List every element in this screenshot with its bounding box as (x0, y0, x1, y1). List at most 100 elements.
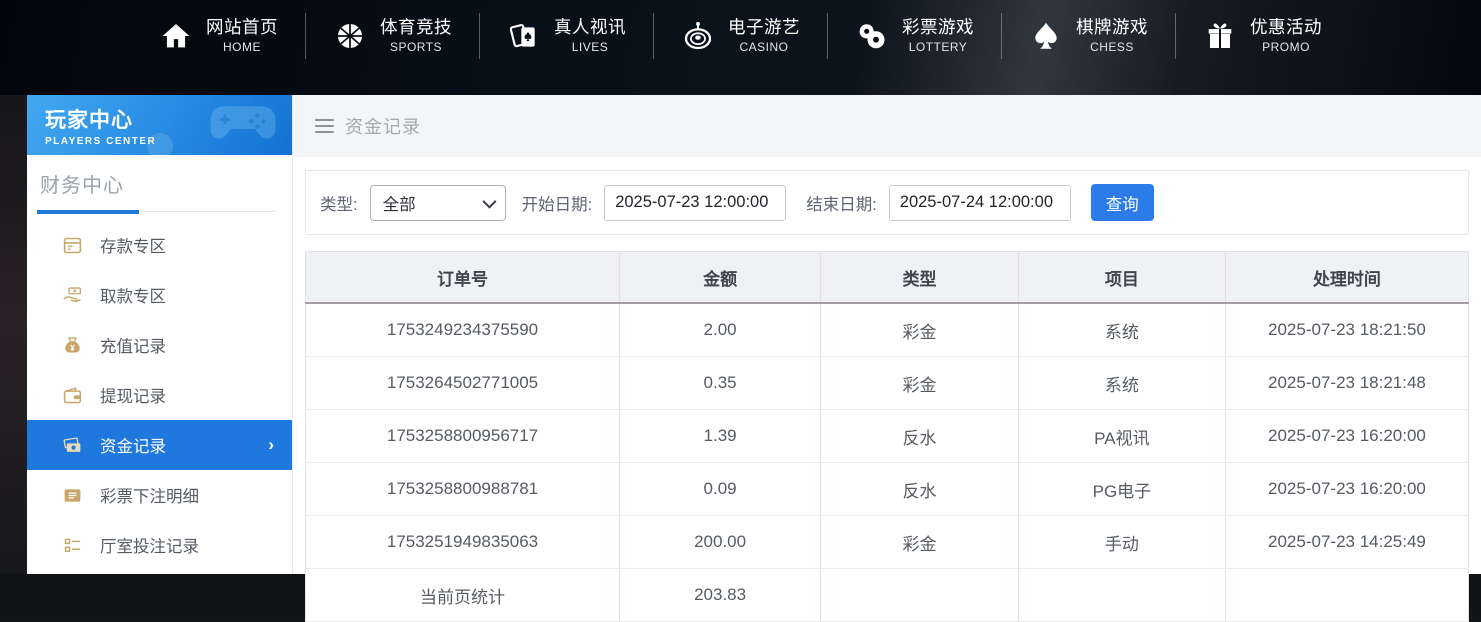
nav-item-casino[interactable]: 电子游艺CASINO (654, 17, 827, 56)
table-header-row: 订单号 金额 类型 项目 处理时间 (306, 252, 1469, 304)
wallet-icon (62, 385, 83, 406)
nav-label-en: PROMO (1262, 40, 1310, 55)
table-cell: 0.35 (620, 357, 821, 410)
deposit-icon (62, 235, 83, 256)
header-type: 类型 (821, 252, 1019, 304)
table-cell: 1753251949835063 (306, 516, 620, 569)
table-cell (1225, 569, 1468, 622)
table-cell: 2025-07-23 16:20:00 (1225, 410, 1468, 463)
table-row: 1753251949835063200.00彩金手动2025-07-23 14:… (306, 516, 1469, 569)
table-cell: 系统 (1018, 303, 1225, 357)
header-order-no: 订单号 (306, 252, 620, 304)
nav-label-zh: 彩票游戏 (902, 17, 974, 39)
nav-item-sports[interactable]: 体育竞技SPORTS (306, 17, 479, 56)
nav-label-zh: 真人视讯 (554, 17, 626, 39)
withdraw-icon (62, 285, 83, 306)
content-area: 类型: 全部 开始日期: 结束日期: 查询 订单号 金额 类型 项目 处理 (293, 157, 1481, 622)
menu-toggle-icon[interactable] (315, 119, 334, 134)
banknotes-icon (62, 435, 83, 456)
nav-label-en: SPORTS (390, 40, 442, 55)
chevron-down-icon (482, 194, 496, 208)
sidebar-item-hall-bet-record[interactable]: 厅室投注记录 (27, 520, 292, 570)
sidebar-item-label: 取款专区 (100, 283, 166, 307)
table-cell: PG电子 (1018, 463, 1225, 516)
nav-label-zh: 电子游艺 (728, 17, 800, 39)
table-cell: 0.09 (620, 463, 821, 516)
nav-label-zh: 棋牌游戏 (1076, 17, 1148, 39)
table-cell: 2025-07-23 18:21:48 (1225, 357, 1468, 410)
table-cell: 1.39 (620, 410, 821, 463)
table-cell: 2025-07-23 14:25:49 (1225, 516, 1468, 569)
sidebar-item-deposit-zone[interactable]: 存款专区 (27, 220, 292, 270)
nav-item-chess[interactable]: 棋牌游戏CHESS (1002, 17, 1175, 56)
end-date-input[interactable] (889, 185, 1071, 221)
table-row: 17532645027710050.35彩金系统2025-07-23 18:21… (306, 357, 1469, 410)
section-underline (37, 211, 276, 212)
chevron-right-icon: › (268, 435, 274, 455)
table-cell: 2025-07-23 18:21:50 (1225, 303, 1468, 357)
sidebar-item-funds-record[interactable]: 资金记录 › (27, 420, 292, 470)
start-date-input[interactable] (604, 185, 786, 221)
home-icon (159, 19, 193, 53)
table-cell (821, 569, 1019, 622)
table-cell: 2025-07-23 16:20:00 (1225, 463, 1468, 516)
table-row: 17532588009887810.09反水PG电子2025-07-23 16:… (306, 463, 1469, 516)
type-select[interactable]: 全部 (370, 185, 506, 221)
nav-item-lives[interactable]: 真人视讯LIVES (480, 17, 653, 56)
table-cell: 1753258800988781 (306, 463, 620, 516)
moneybag-icon (62, 335, 83, 356)
table-cell: 彩金 (821, 357, 1019, 410)
gift-icon (1203, 19, 1237, 53)
table-cell: 系统 (1018, 357, 1225, 410)
records-table: 订单号 金额 类型 项目 处理时间 17532492343755902.00彩金… (305, 251, 1469, 622)
sidebar: 玩家中心 PLAYERS CENTER 财务中心 存款专区 取款专区 充值记录 (27, 95, 293, 574)
table-row: 17532588009567171.39反水PA视讯2025-07-23 16:… (306, 410, 1469, 463)
nav-item-lottery[interactable]: 彩票游戏LOTTERY (828, 17, 1001, 56)
header-amount: 金额 (620, 252, 821, 304)
header-item: 项目 (1018, 252, 1225, 304)
ticket-list-icon (62, 485, 83, 506)
sidebar-item-label: 提现记录 (100, 383, 166, 407)
lottery-balls-icon (855, 19, 889, 53)
breadcrumb: 资金记录 (293, 95, 1481, 157)
sidebar-item-label: 资金记录 (100, 433, 166, 457)
sidebar-header: 玩家中心 PLAYERS CENTER (27, 95, 292, 155)
table-cell: 当前页统计 (306, 569, 620, 622)
sidebar-item-label: 厅室投注记录 (100, 533, 199, 557)
gamepad-icon (204, 99, 282, 152)
table-row: 17532492343755902.00彩金系统2025-07-23 18:21… (306, 303, 1469, 357)
search-button[interactable]: 查询 (1091, 184, 1154, 221)
nav-label-zh: 优惠活动 (1250, 17, 1322, 39)
sidebar-item-withdrawal-record[interactable]: 提现记录 (27, 370, 292, 420)
table-cell (1018, 569, 1225, 622)
table-cell: 手动 (1018, 516, 1225, 569)
header-process-time: 处理时间 (1225, 252, 1468, 304)
list-icon (62, 535, 83, 556)
nav-label-en: LOTTERY (909, 40, 968, 55)
nav-item-home[interactable]: 网站首页HOME (132, 17, 305, 56)
type-select-value: 全部 (383, 191, 416, 215)
sidebar-item-recharge-record[interactable]: 充值记录 (27, 320, 292, 370)
nav-item-promo[interactable]: 优惠活动PROMO (1176, 17, 1349, 56)
filter-panel: 类型: 全部 开始日期: 结束日期: 查询 (305, 170, 1469, 235)
main-content: 资金记录 类型: 全部 开始日期: 结束日期: 查询 订单号 金额 类型 (293, 95, 1481, 574)
circle-decoration (147, 133, 173, 155)
finance-center-title: 财务中心 (40, 169, 276, 198)
type-label: 类型: (320, 191, 358, 215)
sidebar-item-lottery-bet-detail[interactable]: 彩票下注明细 (27, 470, 292, 520)
sidebar-item-withdraw-zone[interactable]: 取款专区 (27, 270, 292, 320)
nav-label-zh: 体育竞技 (380, 17, 452, 39)
nav-label-en: LIVES (572, 40, 609, 55)
roulette-icon (681, 19, 715, 53)
table-cell: 203.83 (620, 569, 821, 622)
table-cell: 1753258800956717 (306, 410, 620, 463)
table-cell: 彩金 (821, 516, 1019, 569)
table-cell: 1753264502771005 (306, 357, 620, 410)
table-cell: 1753249234375590 (306, 303, 620, 357)
spade-icon (1029, 19, 1063, 53)
basketball-icon (333, 19, 367, 53)
table-cell: PA视讯 (1018, 410, 1225, 463)
playing-cards-icon (507, 19, 541, 53)
nav-label-en: CHESS (1090, 40, 1134, 55)
table-cell: 反水 (821, 463, 1019, 516)
